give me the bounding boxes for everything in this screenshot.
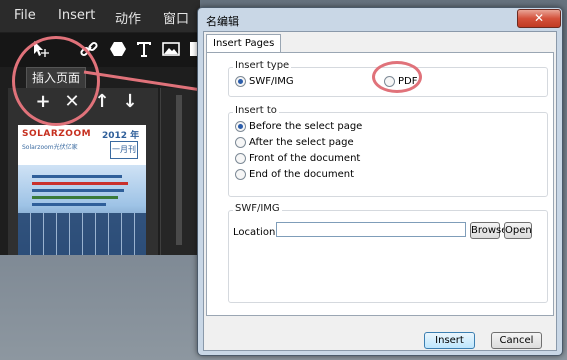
radio-button-icon[interactable]	[235, 76, 246, 87]
insert-type-legend: Insert type	[233, 60, 292, 71]
insert-to-group: Insert to Before the select page After t…	[228, 105, 548, 197]
radio-end-of-document[interactable]: End of the document	[235, 169, 354, 180]
radio-button-icon[interactable]	[235, 137, 246, 148]
radio-front-of-document[interactable]: Front of the document	[235, 153, 360, 164]
radio-before-select-page[interactable]: Before the select page	[235, 121, 362, 132]
tab-page: Insert type SWF/IMG PDF Insert to Before…	[206, 52, 554, 316]
radio-label-swf-img: SWF/IMG	[249, 76, 294, 87]
radio-swf-img[interactable]: SWF/IMG	[235, 76, 294, 87]
location-input[interactable]	[276, 222, 466, 237]
location-label: Location:	[233, 227, 279, 238]
insert-pages-dialog: 名编辑 ✕ Insert Pages Insert type SWF/IMG P…	[197, 7, 563, 356]
insert-to-legend: Insert to	[233, 105, 279, 116]
dialog-title: 名编辑	[206, 15, 239, 28]
tab-insert-pages[interactable]: Insert Pages	[206, 34, 282, 53]
highlight-circle-pdf	[372, 61, 422, 93]
browse-button[interactable]: Browse	[470, 222, 507, 239]
radio-button-icon[interactable]	[235, 169, 246, 180]
radio-label-before: Before the select page	[249, 121, 363, 132]
cancel-button[interactable]: Cancel	[491, 332, 542, 349]
insert-button[interactable]: Insert	[424, 332, 475, 349]
radio-button-icon[interactable]	[235, 153, 246, 164]
radio-after-select-page[interactable]: After the select page	[235, 137, 354, 148]
radio-label-front: Front of the document	[249, 153, 361, 164]
open-button[interactable]: Open	[504, 222, 532, 239]
radio-label-after: After the select page	[249, 137, 354, 148]
swf-img-legend: SWF/IMG	[233, 203, 282, 214]
close-button[interactable]: ✕	[517, 9, 561, 28]
radio-label-end: End of the document	[249, 169, 355, 180]
radio-button-icon[interactable]	[235, 121, 246, 132]
